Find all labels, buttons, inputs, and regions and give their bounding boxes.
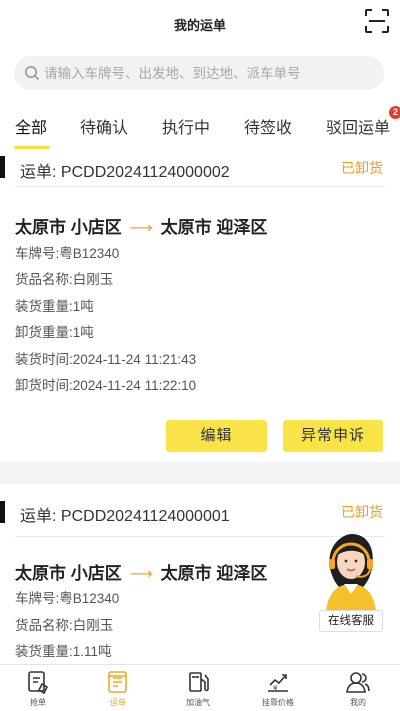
load-weight-value: 1吨 xyxy=(72,299,94,314)
tabbar-item-grab-order[interactable]: 抢单 xyxy=(8,669,68,708)
tabbar-item-profile[interactable]: 我的 xyxy=(328,669,388,708)
price-chart-icon: ¥ xyxy=(268,674,288,692)
card-accent-bar xyxy=(0,156,5,178)
edit-button[interactable]: 编辑 xyxy=(166,420,267,452)
order-no-value: PCDD20241124000002 xyxy=(60,164,230,181)
header: 我的运单 xyxy=(0,0,400,46)
tab-all[interactable]: 全部 xyxy=(15,114,47,138)
from-city: 太原市 xyxy=(15,218,66,237)
grab-order-icon xyxy=(28,671,49,695)
tabbar-label: 挂靠价格 xyxy=(262,698,294,707)
goods-label: 货品名称: xyxy=(15,618,73,633)
scan-icon[interactable] xyxy=(364,8,390,34)
plate-value: 粤B12340 xyxy=(59,591,120,606)
load-weight-value: 1.11吨 xyxy=(72,644,112,659)
unload-weight-row: 卸货重量:1吨 xyxy=(15,321,94,341)
route: 太原市 小店区 ⟶ 太原市 迎泽区 xyxy=(15,213,267,238)
tabbar-item-price[interactable]: ¥ 挂靠价格 xyxy=(248,669,308,708)
order-no-value: PCDD20241124000001 xyxy=(60,508,230,525)
plate-value: 粤B12340 xyxy=(59,246,120,261)
customer-service-label: 在线客服 xyxy=(319,610,383,632)
load-time-label: 装货时间: xyxy=(15,352,73,367)
load-time-row: 装货时间:2024-11-24 11:21:43 xyxy=(15,348,196,368)
plate-row: 车牌号:粤B12340 xyxy=(15,242,119,262)
order-card[interactable]: 运单: PCDD20241124000002 已卸货 太原市 小店区 ⟶ 太原市 迎… xyxy=(0,150,400,462)
from-city: 太原市 xyxy=(15,564,66,583)
status-badge: 已卸货 xyxy=(341,160,383,176)
route-arrow-icon: ⟶ xyxy=(129,220,153,237)
bottom-tab-bar: 抢单 运单 加油气 ¥ 挂靠价格 我的 xyxy=(0,664,400,711)
from-district: 小店区 xyxy=(70,564,122,583)
tab-pending-sign[interactable]: 待签收 xyxy=(244,114,292,138)
customer-service-avatar-icon xyxy=(326,534,376,612)
page-title: 我的运单 xyxy=(173,18,226,33)
load-weight-row: 装货重量:1.11吨 xyxy=(15,640,112,660)
route-arrow-icon: ⟶ xyxy=(129,566,153,583)
search-icon xyxy=(25,66,40,81)
goods-value: 白刚玉 xyxy=(72,272,114,287)
goods-row: 货品名称:白刚玉 xyxy=(15,268,113,288)
tabbar-label: 运单 xyxy=(110,698,126,707)
to-district: 迎泽区 xyxy=(216,218,268,237)
waybill-icon xyxy=(108,671,127,693)
tabbar-item-fuel[interactable]: 加油气 xyxy=(168,669,228,708)
to-city: 太原市 xyxy=(160,218,212,237)
load-weight-label: 装货重量: xyxy=(15,644,73,659)
card-divider xyxy=(15,186,385,187)
tab-in-progress[interactable]: 执行中 xyxy=(162,114,210,138)
tabbar-label: 我的 xyxy=(350,698,366,707)
route: 太原市 小店区 ⟶ 太原市 迎泽区 xyxy=(15,559,267,584)
status-tabs: 全部 待确认 执行中 待签收 驳回运单 2 xyxy=(0,102,400,150)
plate-label: 车牌号: xyxy=(15,591,60,606)
tab-rejected[interactable]: 驳回运单 2 xyxy=(326,106,400,138)
fuel-icon xyxy=(189,672,209,692)
status-badge: 已卸货 xyxy=(341,504,383,520)
plate-label: 车牌号: xyxy=(15,246,60,261)
load-weight-row: 装货重量:1吨 xyxy=(15,295,94,315)
search-bar xyxy=(0,46,400,102)
card-accent-bar xyxy=(0,501,5,523)
tabbar-label: 加油气 xyxy=(186,698,210,707)
from-district: 小店区 xyxy=(70,218,122,237)
appeal-button[interactable]: 异常申诉 xyxy=(283,420,383,452)
plate-row: 车牌号:粤B12340 xyxy=(15,587,119,607)
order-prefix: 运单: xyxy=(20,508,57,525)
tabbar-label: 抢单 xyxy=(30,698,46,707)
order-prefix: 运单: xyxy=(20,164,57,181)
unload-weight-value: 1吨 xyxy=(72,325,94,340)
order-number: 运单: PCDD20241124000001 xyxy=(20,502,230,526)
search-box[interactable] xyxy=(14,56,384,90)
unload-time-value: 2024-11-24 11:22:10 xyxy=(72,378,197,393)
active-tab-indicator xyxy=(14,146,50,149)
unload-weight-label: 卸货重量: xyxy=(15,325,73,340)
tab-rejected-badge: 2 xyxy=(389,106,400,119)
unload-time-label: 卸货时间: xyxy=(15,378,73,393)
tab-rejected-label: 驳回运单 xyxy=(326,120,391,137)
load-time-value: 2024-11-24 11:21:43 xyxy=(72,352,197,367)
tabbar-item-waybill[interactable]: 运单 xyxy=(88,669,148,708)
load-weight-label: 装货重量: xyxy=(15,299,73,314)
customer-service-button[interactable]: 在线客服 xyxy=(316,528,386,632)
to-district: 迎泽区 xyxy=(216,564,268,583)
goods-row: 货品名称:白刚玉 xyxy=(15,614,113,634)
svg-text:¥: ¥ xyxy=(273,684,278,692)
profile-icon xyxy=(346,672,370,693)
to-city: 太原市 xyxy=(160,564,212,583)
order-number: 运单: PCDD20241124000002 xyxy=(20,158,230,182)
unload-time-row: 卸货时间:2024-11-24 11:22:10 xyxy=(15,374,196,394)
tab-pending-confirm[interactable]: 待确认 xyxy=(80,114,128,138)
goods-label: 货品名称: xyxy=(15,272,73,287)
goods-value: 白刚玉 xyxy=(72,618,114,633)
search-input[interactable] xyxy=(44,56,374,90)
